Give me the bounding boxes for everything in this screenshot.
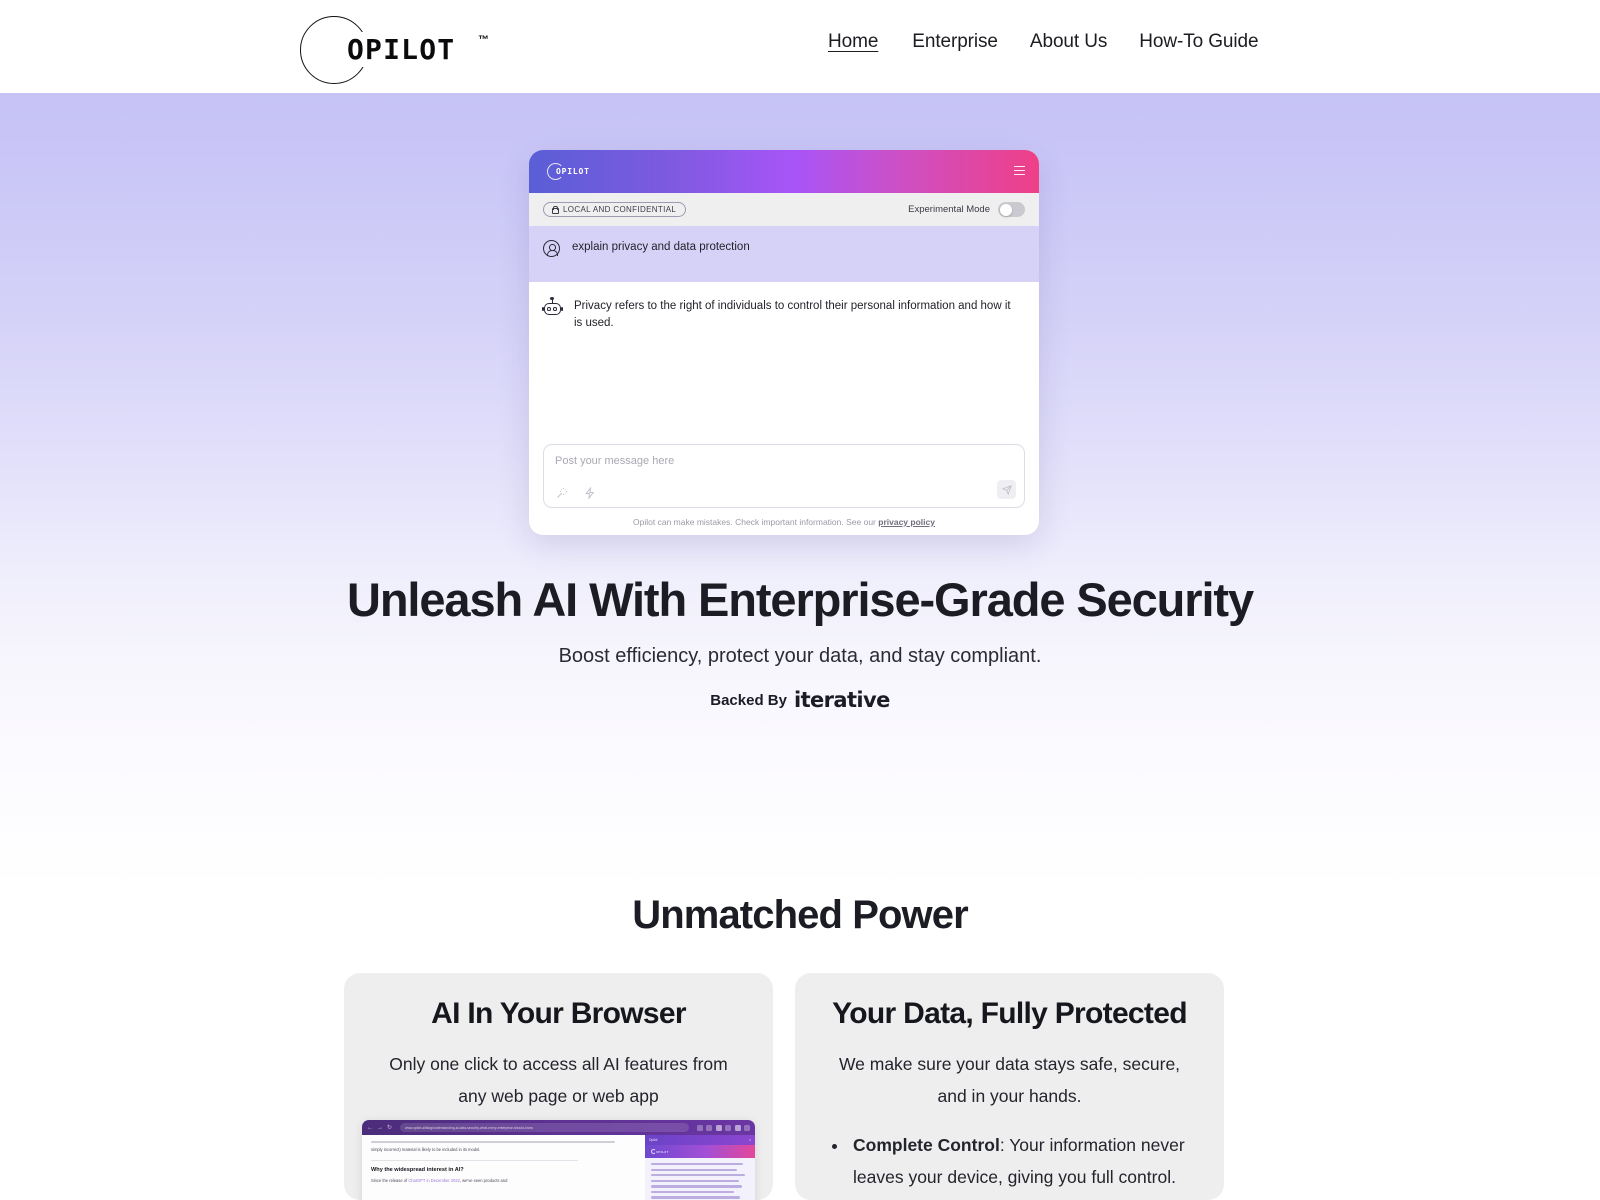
toolbar-icon-2[interactable] (706, 1124, 712, 1131)
sidebar-text-line (651, 1196, 741, 1199)
article-heading: Why the widespread interest in AI? (371, 1167, 464, 1174)
sidebar-text-line (651, 1174, 746, 1177)
disclaimer-text: Opilot can make mistakes. Check importan… (633, 517, 879, 527)
bot-message-row: Privacy refers to the right of individua… (529, 282, 1039, 332)
back-arrow-icon[interactable]: ← (367, 1125, 373, 1131)
send-button[interactable] (997, 480, 1016, 499)
sidebar-title-bar: Opilot × (645, 1135, 755, 1145)
robot-icon (542, 297, 563, 316)
bullet-bold-label: Complete Control (853, 1135, 1000, 1156)
opilot-sidebar-panel: Opilot × OPILOT (645, 1135, 755, 1200)
widget-status-bar: LOCAL AND CONFIDENTIAL Experimental Mode (529, 193, 1039, 226)
send-arrow-icon (1001, 484, 1012, 495)
divider (371, 1159, 578, 1161)
card-title: AI In Your Browser (431, 997, 686, 1030)
card-bullet-list: Complete Control: Your information never… (827, 1129, 1192, 1193)
privacy-policy-link[interactable]: privacy policy (878, 517, 935, 527)
investor-logo-iterative: iterative (793, 688, 890, 712)
logo-wordmark: OPILOT (344, 32, 458, 67)
sidebar-text-line (651, 1179, 740, 1182)
backed-by-label: Backed By (710, 692, 787, 709)
forward-arrow-icon[interactable]: → (377, 1125, 383, 1131)
lightning-bolt-icon[interactable] (584, 487, 596, 499)
sidebar-title-text: Opilot (649, 1138, 658, 1142)
browser-screenshot-mockup: ← → ↻ www.opilot.ai/blog/understanding-a… (362, 1120, 755, 1200)
card-title: Your Data, Fully Protected (832, 997, 1187, 1030)
sidebar-text-line (651, 1163, 744, 1166)
local-confidential-label: LOCAL AND CONFIDENTIAL (563, 204, 677, 214)
primary-nav: Home Enterprise About Us How-To Guide (828, 31, 1290, 53)
text-placeholder-line (371, 1141, 615, 1144)
nav-item-about-us[interactable]: About Us (1030, 31, 1139, 53)
feature-card-your-data-fully-protected: Your Data, Fully Protected We make sure … (795, 973, 1224, 1200)
sidebar-brand-header: OPILOT (645, 1145, 755, 1158)
hamburger-menu-icon[interactable] (1014, 166, 1025, 175)
composer-tool-icons (556, 487, 596, 499)
opilot-extension-icon[interactable] (734, 1124, 741, 1131)
experimental-mode-control[interactable]: Experimental Mode (908, 202, 1025, 217)
bot-message-text: Privacy refers to the right of individua… (574, 300, 1011, 329)
browser-viewport: simply incorrect) material is likely to … (362, 1135, 755, 1200)
sidebar-logo-wordmark: OPILOT (656, 1149, 669, 1154)
nav-item-enterprise[interactable]: Enterprise (912, 31, 1030, 53)
local-confidential-badge: LOCAL AND CONFIDENTIAL (543, 201, 687, 218)
widget-header: OPILOT (529, 150, 1039, 193)
trademark-symbol: ™ (478, 34, 489, 46)
user-message-row: explain privacy and data protection (529, 226, 1039, 282)
article-text-body: Since the release of ChatGPT in December… (371, 1178, 508, 1184)
toggle-knob (999, 203, 1012, 216)
article-inline-link[interactable]: ChatGPT in December 2022 (408, 1178, 460, 1183)
sidebar-text-line (651, 1190, 735, 1194)
browser-url-text: www.opilot.ai/blog/understanding-ai-data… (405, 1125, 533, 1130)
hero-subtitle: Boost efficiency, protect your data, and… (558, 645, 1042, 667)
message-composer[interactable]: Post your message here (543, 444, 1025, 508)
list-item: Complete Control: Your information never… (849, 1129, 1192, 1193)
browser-toolbar-icons (696, 1124, 750, 1131)
nav-item-home[interactable]: Home (828, 31, 912, 53)
reload-icon[interactable]: ↻ (387, 1125, 392, 1131)
article-content: simply incorrect) material is likely to … (362, 1135, 645, 1200)
brand-logo[interactable]: OPILOT ™ (300, 12, 540, 84)
toolbar-icon-5[interactable] (744, 1124, 750, 1131)
article-text-top: simply incorrect) material is likely to … (371, 1147, 481, 1153)
toolbar-icon-4[interactable] (725, 1124, 731, 1131)
card-subtitle: Only one click to access all AI features… (389, 1054, 728, 1107)
hero-fade-strip (0, 758, 1600, 888)
sidebar-message-placeholder (645, 1158, 755, 1200)
toolbar-icon-1[interactable] (696, 1124, 703, 1131)
widget-logo-wordmark: OPILOT (556, 167, 590, 176)
lock-icon (551, 205, 559, 215)
top-navigation-bar: OPILOT ™ Home Enterprise About Us How-To… (0, 0, 1600, 93)
composer-placeholder: Post your message here (555, 455, 675, 467)
browser-chrome: ← → ↻ www.opilot.ai/blog/understanding-a… (362, 1120, 755, 1135)
chat-widget-mockup: OPILOT LOCAL AND CONFIDENTIAL Experiment… (529, 150, 1039, 535)
toolbar-icon-3[interactable] (715, 1124, 722, 1131)
sidebar-text-line (651, 1168, 738, 1171)
card-subtitle: We make sure your data stays safe, secur… (838, 1054, 1181, 1107)
browser-address-bar[interactable]: www.opilot.ai/blog/understanding-ai-data… (400, 1123, 689, 1132)
backed-by: Backed By iterative (0, 688, 1600, 712)
user-message-text: explain privacy and data protection (572, 241, 750, 253)
experimental-mode-label: Experimental Mode (908, 204, 990, 215)
sidebar-close-icon[interactable]: × (749, 1138, 751, 1142)
sidebar-text-line (651, 1185, 743, 1188)
feature-cards: AI In Your Browser Only one click to acc… (344, 973, 1224, 1200)
feature-card-ai-in-your-browser: AI In Your Browser Only one click to acc… (344, 973, 773, 1200)
experimental-mode-toggle[interactable] (998, 202, 1025, 217)
hero-title: Unleash AI With Enterprise-Grade Securit… (346, 573, 1254, 626)
magic-wand-icon[interactable] (556, 487, 568, 499)
nav-item-how-to-guide[interactable]: How-To Guide (1139, 31, 1290, 53)
features-section-title: Unmatched Power (632, 893, 968, 937)
widget-disclaimer: Opilot can make mistakes. Check importan… (529, 517, 1039, 527)
user-avatar-icon (543, 240, 560, 257)
